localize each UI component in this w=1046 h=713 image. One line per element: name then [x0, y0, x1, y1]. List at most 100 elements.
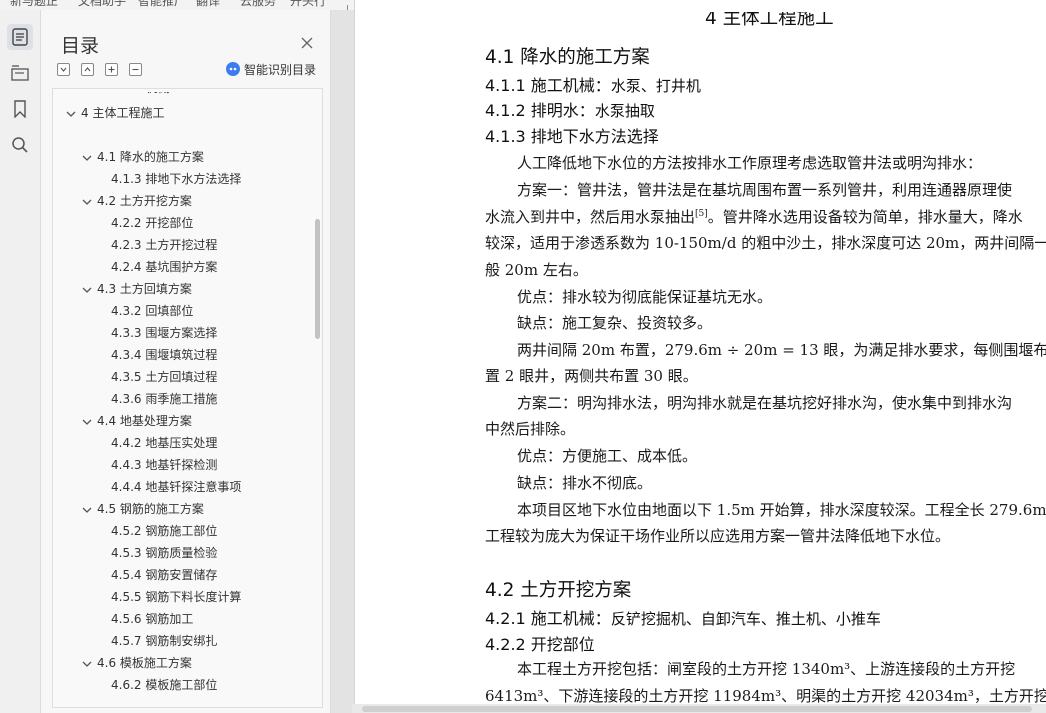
paragraph-line: 中然后排除。: [485, 420, 576, 438]
outline-icon[interactable]: [7, 60, 33, 86]
toc-item[interactable]: 4.3.4 围堰填筑过程: [111, 345, 217, 365]
subsection-value: 水泵、打井机: [610, 77, 701, 95]
toc-item-label: 4.6 模板施工方案: [97, 656, 192, 670]
document-area: 4 主体工程施工 4.1 降水的施工方案 4.1.1 施工机械：水泵、打井机 4…: [331, 0, 1046, 713]
citation-link[interactable]: [5]: [695, 209, 708, 219]
section-heading-4-1: 4.1 降水的施工方案: [485, 47, 650, 68]
text-run: 。管井降水选用设备较为简单，排水量大，降水: [707, 208, 1023, 226]
chevron-down-icon[interactable]: [81, 152, 93, 164]
toc-item[interactable]: 4 主体工程施工: [65, 103, 164, 123]
toolbar-item[interactable]: 智能推广: [138, 0, 186, 9]
toc-item[interactable]: 4.5.6 钢筋加工: [111, 609, 193, 629]
toc-item-label: 4.3.3 围堰方案选择: [111, 326, 218, 340]
toc-item[interactable]: 4.1 降水的施工方案: [81, 147, 204, 167]
toc-item[interactable]: 4.4.2 地基压实处理: [111, 433, 217, 453]
remove-heading-icon[interactable]: [129, 63, 142, 76]
toc-item[interactable]: 4.2.4 基坑围护方案: [111, 257, 217, 277]
toc-item[interactable]: 4.3.6 雨季施工措施: [111, 389, 217, 409]
document-page: 4 主体工程施工 4.1 降水的施工方案 4.1.1 施工机械：水泵、打井机 4…: [354, 0, 1046, 712]
toc-item[interactable]: 4.5.5 钢筋下料长度计算: [111, 587, 241, 607]
paragraph-line: 水流入到井中，然后用水泵抽出[5]。管井降水选用设备较为简单，排水量大，降水: [485, 206, 1023, 227]
subsection-label: 4.1.1 施工机械：: [485, 76, 611, 95]
toc-item-label: 4.3.6 雨季施工措施: [111, 392, 218, 406]
horizontal-scroll-thumb[interactable]: [362, 706, 1032, 712]
toc-item[interactable]: 4.3.2 回填部位: [111, 301, 193, 321]
toc-item[interactable]: 4.5.2 钢筋施工部位: [111, 521, 217, 541]
paragraph-line: 人工降低地下水位的方法按排水工作原理考虑选取管井法或明沟排水：: [517, 154, 983, 172]
toc-item-label: 4.3.5 土方回填过程: [111, 370, 218, 384]
toolbar-item[interactable]: 开头行: [290, 0, 326, 9]
paragraph-line: 置 2 眼井，两侧共布置 30 眼。: [485, 367, 698, 385]
toc-item[interactable]: 4.5 钢筋的施工方案: [81, 499, 204, 519]
chapter-heading-partial: 4 主体工程施工: [705, 8, 834, 29]
toc-item-label: 4.6.2 模板施工部位: [111, 678, 218, 692]
smart-toc-button[interactable]: 智能识别目录: [226, 61, 316, 77]
paragraph-line: 6413m³、下游连接段的土方开挖 11984m³、明渠的土方开挖 42034m…: [485, 687, 1046, 705]
toc-item-label: 4.1.3 排地下水方法选择: [111, 172, 242, 186]
add-heading-icon[interactable]: [105, 63, 118, 76]
horizontal-scrollbar[interactable]: [352, 704, 1046, 713]
toc-item-label: 4.2.3 土方开挖过程: [111, 238, 218, 252]
toc-item[interactable]: 4.4 地基处理方案: [81, 411, 192, 431]
bookmark-icon[interactable]: [7, 96, 33, 122]
toc-item[interactable]: 4.1.1 机械: [111, 88, 170, 98]
toc-item-label: 4.5.2 钢筋施工部位: [111, 524, 218, 538]
paragraph-line: 方案二：明沟排水法，明沟排水就是在基坑挖好排水沟，使水集中到排水沟: [517, 394, 1013, 412]
chevron-down-icon[interactable]: [81, 416, 93, 428]
toolbar-item[interactable]: 文档助手: [78, 0, 126, 9]
toc-item[interactable]: 4.6 模板施工方案: [81, 653, 192, 673]
subsection-label: 4.1.2 排明水：: [485, 101, 595, 120]
toolbar-item[interactable]: 云服务: [240, 0, 276, 9]
toc-tree: 4.1.1 机械 4 主体工程施工 4.1 降水的施工方案 4.1.3 排地下水方法选…: [52, 88, 323, 708]
toc-item-label: 4.1 降水的施工方案: [97, 150, 204, 164]
paragraph-line: 两井间隔 20m 布置，279.6m ÷ 20m = 13 眼，为满足排水要求，…: [517, 341, 1046, 359]
toc-item-label: 4.5 钢筋的施工方案: [97, 502, 204, 516]
chevron-down-icon[interactable]: [81, 284, 93, 296]
toc-scrollbar[interactable]: [315, 219, 320, 339]
toc-item[interactable]: 4.2 土方开挖方案: [81, 191, 192, 211]
toc-item[interactable]: 4.4.3 地基钎探检测: [111, 455, 217, 475]
subsection-4-2-2: 4.2.2 开挖部位: [485, 635, 595, 654]
toc-item[interactable]: 4.2.2 开挖部位: [111, 213, 193, 233]
toc-panel-icon[interactable]: [7, 24, 33, 50]
toc-item[interactable]: 4.5.3 钢筋质量检验: [111, 543, 217, 563]
toc-item[interactable]: 4.3.5 土方回填过程: [111, 367, 217, 387]
toc-item-label: 4.4.2 地基压实处理: [111, 436, 218, 450]
toc-item-label: 4.2 土方开挖方案: [97, 194, 192, 208]
toc-title: 目录: [61, 35, 100, 57]
toc-item-label: 4.2.4 基坑围护方案: [111, 260, 218, 274]
collapse-all-icon[interactable]: [57, 63, 70, 76]
chevron-down-icon[interactable]: [65, 108, 77, 120]
chevron-down-icon[interactable]: [81, 658, 93, 670]
chevron-down-icon[interactable]: [81, 504, 93, 516]
paragraph-line: 本项目区地下水位由地面以下 1.5m 开始算，排水深度较深。工程全长 279.6…: [517, 501, 1046, 519]
expand-up-icon[interactable]: [81, 63, 94, 76]
subsection-4-2-1: 4.2.1 施工机械：反铲挖掘机、自卸汽车、推土机、小推车: [485, 605, 881, 629]
toc-panel: 目录 智能识别目录 4.1.1 机械 4 主体工程施工 4.1 降水的施工方案 4.1…: [41, 10, 331, 713]
paragraph-line: 缺点：排水不彻底。: [517, 474, 653, 492]
toc-item[interactable]: 4.5.7 钢筋制安绑扎: [111, 631, 217, 651]
toc-item[interactable]: 4.6.2 模板施工部位: [111, 675, 217, 695]
toc-item[interactable]: 4.5.4 钢筋安置储存: [111, 565, 217, 585]
paragraph-line: 优点：排水较为彻底能保证基坑无水。: [517, 288, 773, 306]
toolbar-item[interactable]: 新与题正: [10, 0, 58, 9]
subsection-4-1-1: 4.1.1 施工机械：水泵、打井机: [485, 72, 701, 96]
toc-item-label: 4.4.3 地基钎探检测: [111, 458, 218, 472]
toc-item[interactable]: 4.4.4 地基钎探注意事项: [111, 477, 241, 497]
toc-item-label: 4.3 土方回填方案: [97, 282, 192, 296]
smart-toc-icon: [226, 62, 240, 76]
toc-item[interactable]: 4.3.3 围堰方案选择: [111, 323, 217, 343]
toolbar-item[interactable]: 翻译: [196, 0, 220, 9]
close-icon[interactable]: [300, 35, 314, 49]
search-icon[interactable]: [7, 132, 33, 158]
toc-item-label: 4.2.2 开挖部位: [111, 216, 194, 230]
paragraph-line: 般 20m 左右。: [485, 261, 588, 279]
toc-item[interactable]: 4.3 土方回填方案: [81, 279, 192, 299]
paragraph-line: 优点：方便施工、成本低。: [517, 447, 698, 465]
toc-item-label: 4.1.1 机械: [111, 88, 170, 95]
toc-item[interactable]: 4.1.3 排地下水方法选择: [111, 169, 241, 189]
subsection-value: 反铲挖掘机、自卸汽车、推土机、小推车: [610, 610, 881, 628]
chevron-down-icon[interactable]: [81, 196, 93, 208]
toc-item[interactable]: 4.2.3 土方开挖过程: [111, 235, 217, 255]
subsection-4-1-2: 4.1.2 排明水：水泵抽取: [485, 97, 655, 121]
